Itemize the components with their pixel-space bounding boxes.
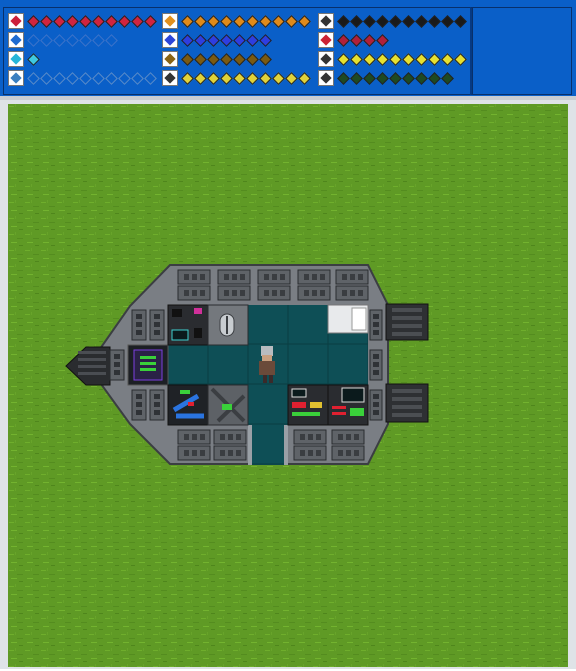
energy-bolt-icon <box>162 13 178 29</box>
machinery-pipes[interactable] <box>207 384 249 426</box>
pistol-icon <box>318 70 334 86</box>
ship-corridor <box>248 425 288 465</box>
game-viewport[interactable] <box>0 100 576 669</box>
health-heart-icon <box>8 13 24 29</box>
machinery-bottomleft[interactable] <box>167 384 209 426</box>
control-panel-bottomright[interactable] <box>287 384 329 426</box>
ship-engine-bottom <box>385 383 429 423</box>
food-bread-icon <box>162 51 178 67</box>
armor-shield-icon <box>8 32 24 48</box>
cockpit-console[interactable] <box>127 344 169 386</box>
monitor-station[interactable] <box>327 384 369 426</box>
oxygen-o2-icon <box>8 70 24 86</box>
sleep-zz-icon <box>162 70 178 86</box>
hud-side-panel <box>470 7 572 95</box>
biohazard-icon <box>318 32 334 48</box>
shield-gem-icon <box>8 51 24 67</box>
status-hud <box>0 0 576 100</box>
storage-locker-top[interactable] <box>207 304 249 346</box>
ship-engine-top <box>385 303 429 341</box>
computer-terminal-topleft[interactable] <box>167 304 209 346</box>
money-bag-icon <box>318 13 334 29</box>
water-drop-icon <box>162 32 178 48</box>
radiation-icon <box>318 51 334 67</box>
game-map[interactable] <box>8 104 568 667</box>
crew-bed[interactable] <box>327 304 369 334</box>
map-canvas[interactable] <box>8 104 568 667</box>
